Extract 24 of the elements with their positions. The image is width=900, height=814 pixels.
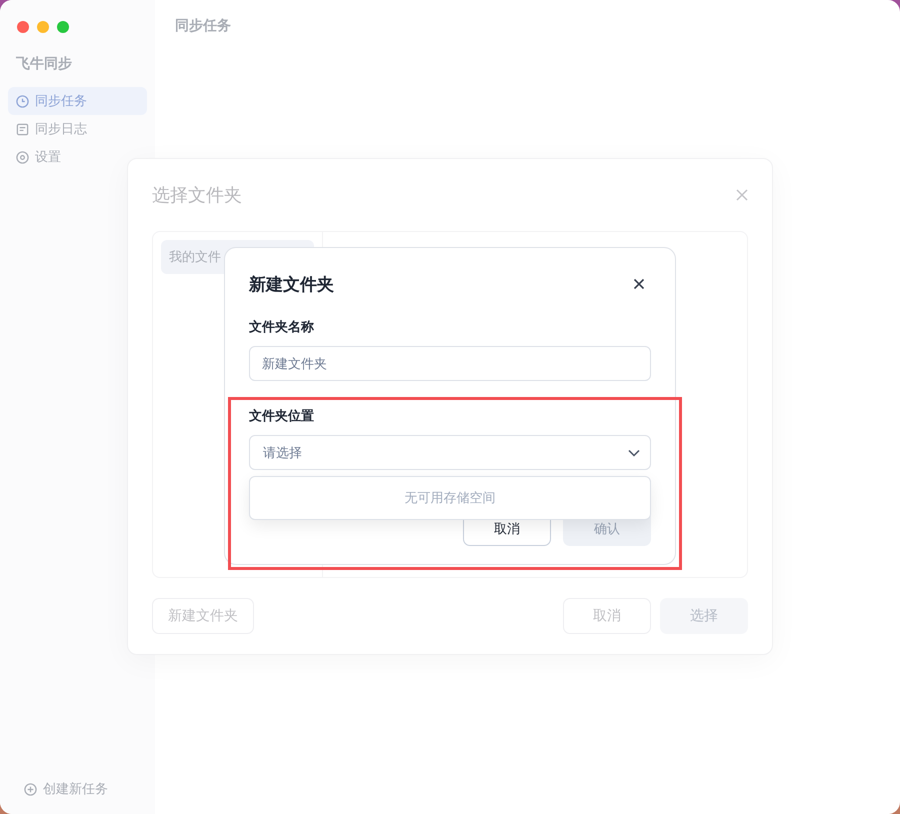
location-dropdown[interactable]: 请选择 [249,435,651,470]
create-task-button[interactable]: 创建新任务 [18,776,114,802]
document-icon [16,122,29,136]
sidebar-item[interactable]: 同步日志 [8,115,147,143]
chevron-icon [628,448,640,456]
dialog-button[interactable]: 取消 [563,598,651,634]
close-window-icon[interactable] [17,21,29,33]
dialog-title: 新建文件夹 [249,274,334,296]
folder-name-field[interactable]: 新建文件夹 [249,346,651,381]
dialog-title: 选择文件夹 [152,184,242,207]
field-label: 文件夹位置 [249,407,315,425]
sidebar-item[interactable]: 设置 [8,143,147,171]
zoom-window-icon[interactable] [57,21,69,33]
plus-icon [24,782,37,796]
gear-icon [16,150,29,164]
clock-icon [16,94,29,108]
field-label: 文件夹名称 [249,318,315,336]
empty-message: 无可用存储空间 [404,489,496,507]
sidebar-item[interactable]: 同步任务 [8,87,147,115]
app-title: 飞牛同步 [16,55,73,73]
close-icon[interactable] [633,278,645,290]
page-title: 同步任务 [175,17,232,35]
minimize-window-icon[interactable] [37,21,49,33]
new-folder-button[interactable]: 新建文件夹 [152,598,254,634]
